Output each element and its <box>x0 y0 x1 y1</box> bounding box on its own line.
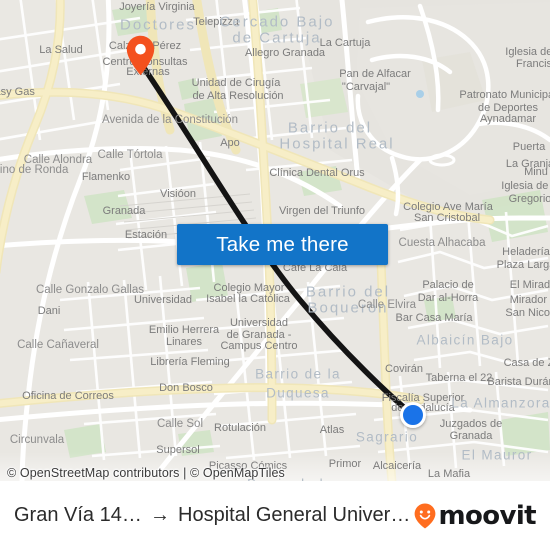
moovit-wordmark: moovit <box>438 500 536 531</box>
destination-name: Hospital General Universitario D... <box>178 504 414 526</box>
origin-name: Gran Vía 14 - Ca... <box>14 504 142 526</box>
origin-dot-icon[interactable] <box>400 402 426 428</box>
destination-pin-icon[interactable] <box>126 35 155 76</box>
arrow-right-icon: → <box>150 504 170 526</box>
map-attribution: © OpenStreetMap contributors | © OpenMap… <box>7 466 285 480</box>
moovit-logo[interactable]: moovit <box>414 500 537 531</box>
route-footer-bar: Gran Vía 14 - Ca... → Hospital General U… <box>0 481 550 550</box>
route-endpoints: Gran Vía 14 - Ca... → Hospital General U… <box>14 504 414 527</box>
take-me-there-button[interactable]: Take me there <box>177 224 388 265</box>
moovit-pin-icon <box>415 503 436 528</box>
map-view[interactable]: Joyería Virginia Telepizza Doctores Cercado… <box>0 0 550 481</box>
moovit-route-preview: Joyería Virginia Telepizza Doctores Cercado… <box>0 0 550 550</box>
